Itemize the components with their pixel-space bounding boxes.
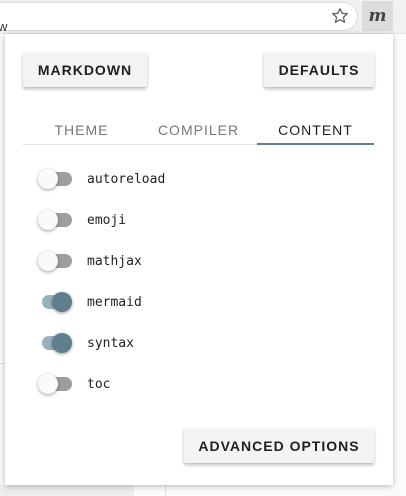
emoji-switch[interactable] [38, 209, 72, 231]
browser-toolbar: m [0, 0, 406, 33]
settings-tabs: THEME COMPILER CONTENT [23, 114, 374, 145]
option-toc[interactable]: toc [38, 372, 338, 396]
option-label: toc [87, 376, 111, 392]
syntax-switch[interactable] [38, 332, 72, 354]
mathjax-switch[interactable] [38, 250, 72, 272]
toc-switch[interactable] [38, 373, 72, 395]
tab-compiler[interactable]: COMPILER [140, 114, 257, 145]
option-syntax[interactable]: syntax [38, 331, 338, 355]
markdown-extension-icon: m [368, 5, 387, 26]
extension-popup: MARKDOWN DEFAULTS THEME COMPILER CONTENT… [5, 34, 393, 485]
page-partial-text: w [0, 19, 8, 34]
markdown-extension-button[interactable]: m [362, 1, 393, 31]
option-mathjax[interactable]: mathjax [38, 249, 338, 273]
markdown-button[interactable]: MARKDOWN [23, 52, 147, 87]
star-icon[interactable] [330, 6, 350, 26]
option-label: autoreload [87, 171, 166, 187]
mermaid-switch[interactable] [38, 291, 72, 313]
advanced-options-button[interactable]: ADVANCED OPTIONS [184, 428, 374, 463]
page-panel [0, 485, 134, 496]
option-label: syntax [87, 335, 134, 351]
autoreload-switch[interactable] [38, 168, 72, 190]
tab-theme[interactable]: THEME [23, 114, 140, 145]
defaults-button[interactable]: DEFAULTS [264, 52, 374, 87]
page-divider [165, 485, 166, 496]
option-autoreload[interactable]: autoreload [38, 167, 338, 191]
option-mermaid[interactable]: mermaid [38, 290, 338, 314]
option-label: mermaid [87, 294, 142, 310]
address-bar[interactable] [0, 2, 358, 31]
tab-content[interactable]: CONTENT [257, 114, 374, 145]
active-tab-indicator [257, 143, 374, 145]
option-label: mathjax [87, 253, 142, 269]
option-label: emoji [87, 212, 127, 228]
option-emoji[interactable]: emoji [38, 208, 338, 232]
